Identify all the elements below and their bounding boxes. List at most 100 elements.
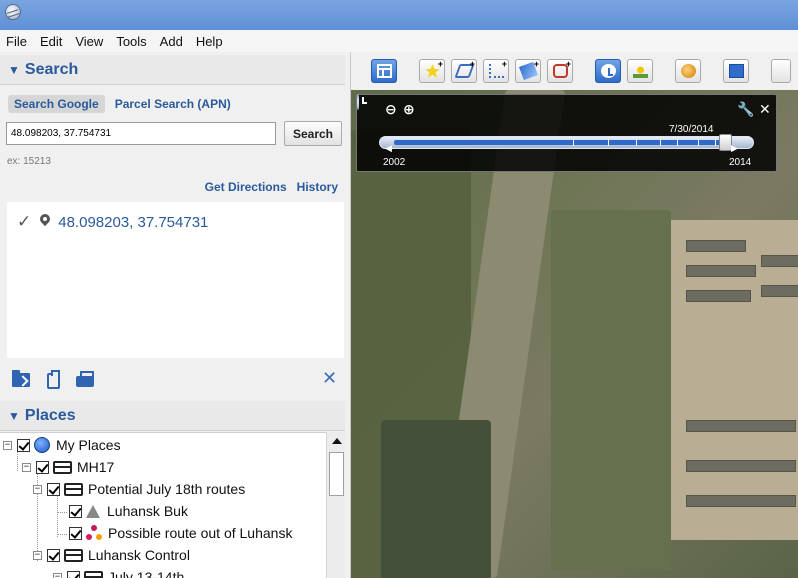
checkbox[interactable] xyxy=(69,526,82,540)
tree-cover xyxy=(381,420,491,578)
time-slider-tick xyxy=(635,139,637,146)
add-path-button[interactable]: + xyxy=(483,59,509,83)
folder-icon xyxy=(64,548,83,562)
menu-tools[interactable]: Tools xyxy=(116,34,146,49)
tree-item-label: Possible route out of Luhansk xyxy=(108,525,293,541)
time-slider-tick xyxy=(659,139,661,146)
collapse-box-icon[interactable]: − xyxy=(33,484,42,494)
record-tour-button[interactable]: + xyxy=(547,59,573,83)
globe-icon xyxy=(34,437,50,453)
step-back-icon[interactable]: ◀ xyxy=(385,143,392,154)
tree-item-label: My Places xyxy=(56,437,121,453)
time-slider-track[interactable] xyxy=(379,134,754,151)
tab-parcel-search[interactable]: Parcel Search (APN) xyxy=(109,95,237,113)
scroll-up-arrow-icon[interactable] xyxy=(332,438,342,444)
search-button[interactable]: Search xyxy=(284,121,342,146)
route-icon xyxy=(86,525,102,541)
time-slider-tick xyxy=(573,139,575,146)
add-polygon-button[interactable]: + xyxy=(451,59,477,83)
clock-icon xyxy=(601,64,616,78)
tree-item-july-13-14[interactable]: − July 13-14th xyxy=(53,566,184,578)
menu-add[interactable]: Add xyxy=(160,34,183,49)
google-earth-icon xyxy=(5,4,21,20)
tree-item-luhansk-control[interactable]: − Luhansk Control xyxy=(33,544,190,566)
main-toolbar: + + + + + xyxy=(351,52,798,90)
start-year-label: 2002 xyxy=(383,157,406,168)
historical-imagery-button[interactable] xyxy=(595,59,621,83)
more-tools-button[interactable] xyxy=(771,59,791,83)
close-icon[interactable]: ✕ xyxy=(759,101,771,118)
time-slider-tick xyxy=(714,139,716,146)
tree-item-label: Luhansk Control xyxy=(88,547,190,563)
step-forward-icon[interactable]: ▶ xyxy=(731,143,738,154)
checkbox[interactable] xyxy=(69,504,82,518)
collapse-box-icon[interactable]: − xyxy=(22,462,31,472)
tab-search-google[interactable]: Search Google xyxy=(8,95,105,113)
search-panel-title: Search xyxy=(24,60,79,78)
time-slider-fill xyxy=(394,140,726,145)
current-date-label: 7/30/2014 xyxy=(669,124,714,135)
map-view[interactable]: ⊖ ⊕ 🔧 ✕ 7/30/2014 ◀ ▶ 2002 2014 xyxy=(351,90,798,578)
ruler-icon xyxy=(729,64,744,78)
checkbox[interactable] xyxy=(36,460,49,474)
time-slider-tick xyxy=(697,139,699,146)
collapse-box-icon[interactable]: − xyxy=(53,572,62,578)
menu-edit[interactable]: Edit xyxy=(40,34,62,49)
sunlight-button[interactable] xyxy=(627,59,653,83)
tree-item-label: MH17 xyxy=(77,459,115,475)
switch-planet-button[interactable] xyxy=(675,59,701,83)
collapse-box-icon[interactable]: − xyxy=(3,440,12,450)
folder-icon xyxy=(53,460,72,474)
collapse-triangle-icon: ▼ xyxy=(8,62,20,77)
historical-imagery-slider: ⊖ ⊕ 🔧 ✕ 7/30/2014 ◀ ▶ 2002 2014 xyxy=(356,94,777,172)
places-tree: − My Places − MH17 − Potential July 18th… xyxy=(0,432,345,578)
menu-bar: File Edit View Tools Add Help xyxy=(0,30,798,52)
checkbox[interactable] xyxy=(47,482,60,496)
menu-view[interactable]: View xyxy=(75,34,103,49)
planet-icon xyxy=(681,64,696,78)
folder-icon xyxy=(84,570,103,578)
tree-item-label: Luhansk Buk xyxy=(107,503,188,519)
ruler-button[interactable] xyxy=(723,59,749,83)
settings-wrench-icon[interactable]: 🔧 xyxy=(737,101,754,118)
end-year-label: 2014 xyxy=(729,157,752,168)
scroll-thumb[interactable] xyxy=(329,452,344,496)
search-result-item[interactable]: ✓ 48.098203, 37.754731 xyxy=(17,212,208,232)
menu-help[interactable]: Help xyxy=(196,34,223,49)
add-placemark-button[interactable]: + xyxy=(419,59,445,83)
zoom-in-icon[interactable]: ⊕ xyxy=(403,101,415,118)
time-slider-tick xyxy=(676,139,678,146)
sidebar-icon xyxy=(377,64,392,78)
tree-item-mh17[interactable]: − MH17 xyxy=(22,456,114,478)
history-link[interactable]: History xyxy=(297,180,338,194)
zoom-out-icon[interactable]: ⊖ xyxy=(385,101,397,118)
checkmark-icon: ✓ xyxy=(17,212,32,231)
search-tabs: Search Google Parcel Search (APN) xyxy=(8,95,237,113)
checkbox[interactable] xyxy=(17,438,30,452)
checkbox[interactable] xyxy=(47,548,60,562)
tree-item-potential-routes[interactable]: − Potential July 18th routes xyxy=(33,478,245,500)
menu-file[interactable]: File xyxy=(6,34,27,49)
search-panel-header[interactable]: ▼ Search xyxy=(0,55,345,85)
sun-icon xyxy=(633,64,648,78)
vegetation-patch xyxy=(551,210,671,570)
clock-icon[interactable] xyxy=(357,94,359,110)
add-image-overlay-button[interactable]: + xyxy=(515,59,541,83)
places-scrollbar[interactable] xyxy=(326,432,345,578)
placemark-pin-icon xyxy=(39,214,51,230)
search-example: ex: 15213 xyxy=(7,156,51,167)
get-directions-link[interactable]: Get Directions xyxy=(205,180,287,194)
tree-item-luhansk-buk[interactable]: Luhansk Buk xyxy=(69,500,188,522)
collapse-box-icon[interactable]: − xyxy=(33,550,42,560)
search-input[interactable] xyxy=(6,122,276,145)
search-result-label[interactable]: 48.098203, 37.754731 xyxy=(58,214,208,231)
warning-icon xyxy=(86,504,100,518)
tree-item-my-places[interactable]: − My Places xyxy=(3,434,121,456)
tree-item-possible-route[interactable]: Possible route out of Luhansk xyxy=(69,522,292,544)
search-results: ✓ 48.098203, 37.754731 xyxy=(7,202,344,358)
compound-area xyxy=(671,220,798,540)
tree-item-label: Potential July 18th routes xyxy=(88,481,246,497)
search-links: Get Directions History xyxy=(205,180,338,194)
toggle-sidebar-button[interactable] xyxy=(371,59,397,83)
checkbox[interactable] xyxy=(67,570,80,578)
